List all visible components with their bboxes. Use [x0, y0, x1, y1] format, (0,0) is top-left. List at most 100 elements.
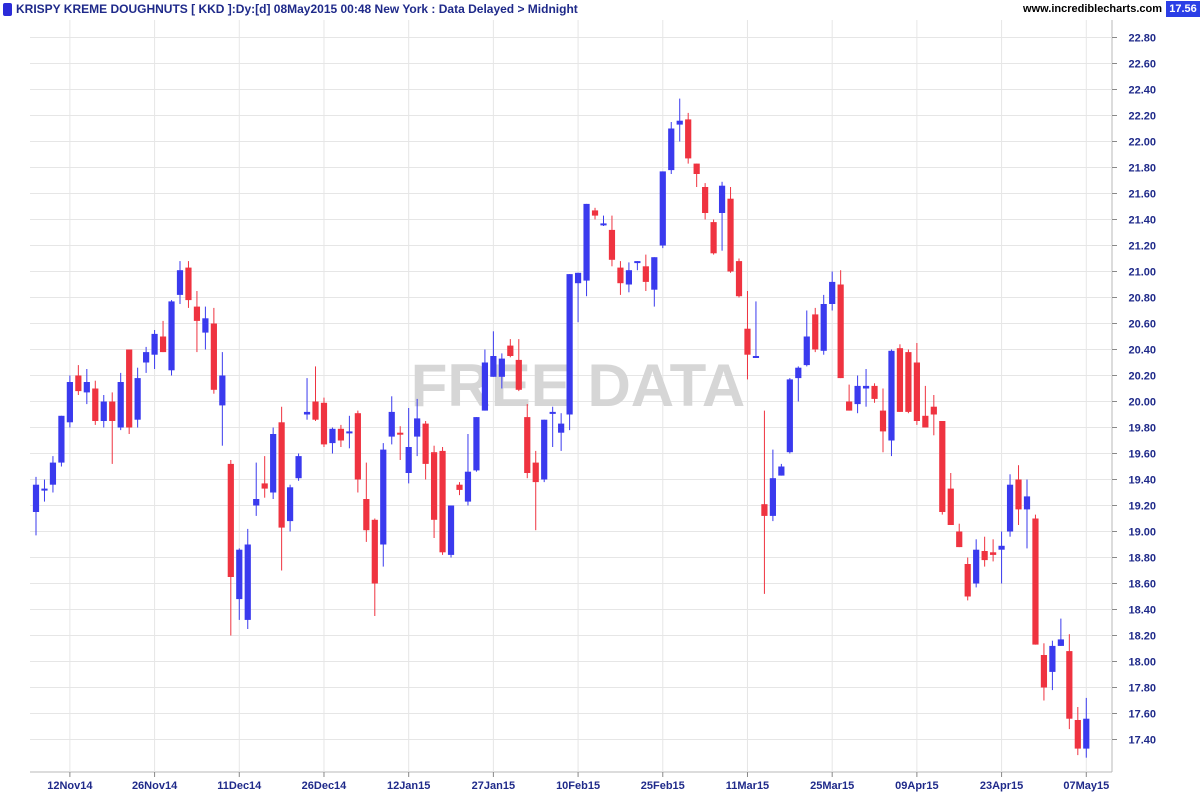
candle	[566, 274, 573, 431]
candle-body-up	[346, 431, 353, 434]
candle	[541, 419, 548, 483]
candle-body-up	[583, 203, 590, 281]
candle	[151, 330, 158, 369]
candle-body-down	[896, 348, 904, 412]
candle-body-down	[532, 462, 539, 483]
candle-body-up	[380, 449, 387, 545]
candle-body-down	[193, 306, 201, 321]
y-tick-label: 21.00	[1128, 267, 1156, 279]
candle	[583, 203, 590, 297]
candle	[634, 261, 641, 271]
candle	[532, 450, 539, 531]
candle	[337, 424, 345, 447]
candle-body-down	[210, 323, 217, 390]
candle-body-down	[913, 362, 920, 421]
candle-body-up	[176, 270, 184, 295]
candle	[769, 449, 776, 522]
candle	[303, 378, 311, 420]
y-tick-label: 18.80	[1128, 553, 1156, 565]
candle	[422, 421, 429, 480]
y-tick-label: 19.60	[1128, 449, 1156, 461]
candle	[193, 291, 201, 353]
y-tick-label: 17.80	[1128, 683, 1156, 695]
candle	[270, 427, 277, 499]
candle-body-up	[769, 478, 776, 516]
x-tick-label: 25Feb15	[641, 780, 685, 792]
candle-body-down	[1015, 479, 1022, 510]
candle-body-up	[668, 128, 675, 171]
candle-body-up	[1006, 484, 1014, 532]
x-tick-label: 09Apr15	[895, 780, 938, 792]
candle	[1083, 697, 1090, 758]
y-tick-label: 20.00	[1128, 397, 1156, 409]
candle	[439, 447, 446, 555]
candle-body-up	[253, 499, 260, 506]
candle	[1074, 707, 1081, 756]
x-tick-label: 25Mar15	[810, 780, 854, 792]
candle-body-up	[490, 356, 497, 377]
candle	[244, 528, 251, 629]
candle	[837, 270, 844, 379]
y-tick-label: 22.60	[1128, 59, 1156, 71]
y-tick-label: 22.00	[1128, 137, 1156, 149]
x-tick-label: 12Nov14	[47, 780, 93, 792]
y-tick-label: 20.80	[1128, 293, 1156, 305]
candle	[134, 367, 141, 428]
candle-body-down	[685, 119, 692, 159]
candle-body-down	[109, 401, 116, 421]
candle	[964, 557, 971, 601]
candle	[608, 215, 616, 267]
candle	[405, 408, 412, 484]
candle	[430, 445, 438, 538]
candle	[371, 518, 378, 616]
candle-body-up	[625, 270, 632, 285]
candle-body-up	[549, 411, 556, 414]
candle	[447, 505, 455, 558]
candle-body-down	[702, 187, 709, 213]
candle-body-down	[761, 504, 768, 516]
x-tick-label: 12Jan15	[387, 780, 430, 792]
candle	[75, 365, 82, 395]
candle	[41, 479, 48, 502]
candle-body-up	[498, 358, 505, 377]
candle	[380, 443, 387, 567]
candles	[32, 98, 1090, 758]
candle-body-down	[735, 261, 743, 297]
candle	[464, 434, 472, 506]
candle	[642, 254, 649, 291]
y-tick-label: 21.60	[1128, 189, 1156, 201]
candle-body-down	[320, 402, 328, 445]
candle	[735, 258, 743, 298]
candle-body-down	[1066, 651, 1073, 719]
candle-body-up	[287, 487, 294, 522]
x-tick-label: 27Jan15	[472, 780, 515, 792]
y-tick-label: 19.00	[1128, 527, 1156, 539]
candlestick-chart: FREE DATA 22.80 22.60 22.40 22.20 22.00 21.80…	[30, 20, 1156, 792]
candle	[896, 344, 904, 412]
candle	[58, 415, 65, 467]
candle-body-down	[964, 564, 971, 597]
y-tick-label: 18.00	[1128, 657, 1156, 669]
candle	[253, 462, 260, 516]
candle-body-down	[371, 519, 378, 584]
x-tick-label: 10Feb15	[556, 780, 600, 792]
candle-body-down	[956, 531, 963, 548]
candle	[795, 366, 802, 402]
candle-body-down	[1074, 720, 1081, 749]
candle-body-down	[871, 385, 878, 399]
candle	[744, 291, 751, 380]
candle	[295, 453, 302, 481]
candle-body-up	[329, 428, 336, 444]
y-tick-label: 20.60	[1128, 319, 1156, 331]
y-tick-label: 17.60	[1128, 709, 1156, 721]
candle-body-up	[1023, 496, 1031, 510]
candle-body-up	[862, 385, 870, 389]
candle-body-down	[227, 463, 234, 577]
candle-body-down	[837, 284, 844, 379]
candle	[973, 539, 980, 588]
candle-body-up	[558, 423, 565, 433]
candle-body-up	[464, 471, 472, 502]
candle	[676, 98, 683, 142]
candle	[1057, 618, 1064, 646]
candle	[1032, 514, 1039, 645]
